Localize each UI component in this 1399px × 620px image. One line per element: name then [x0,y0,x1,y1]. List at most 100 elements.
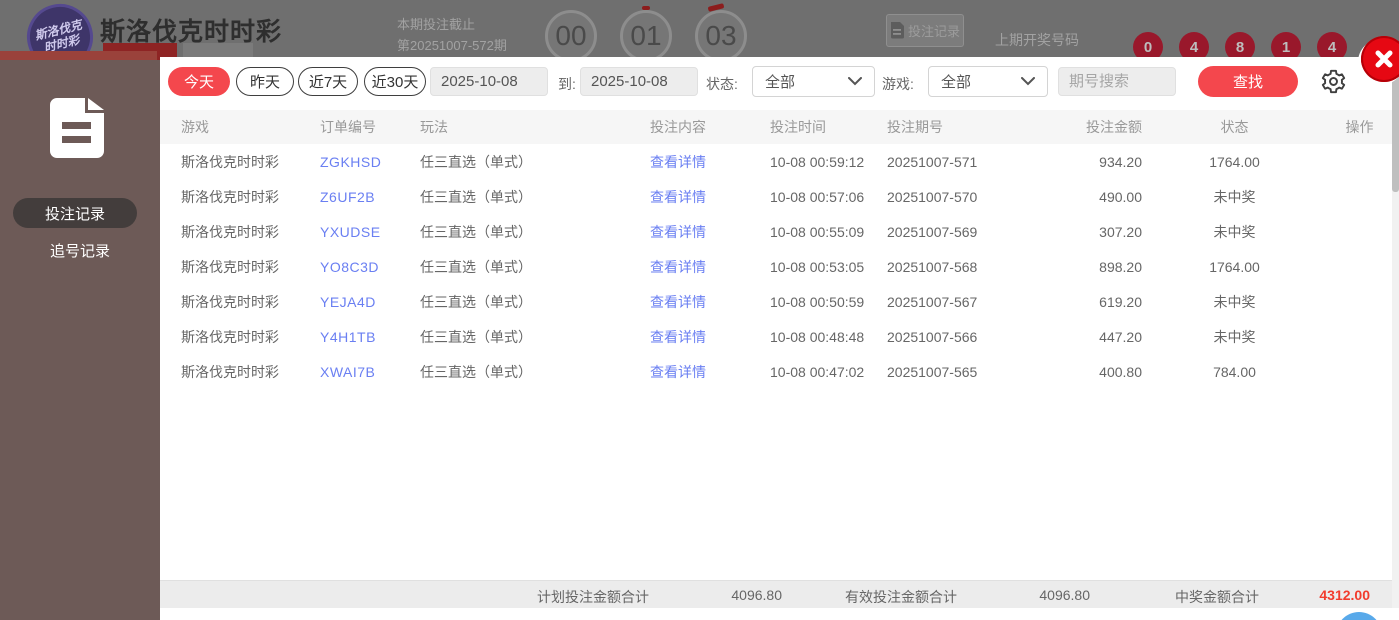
cell-period: 20251007-570 [887,179,1047,214]
screen: 斯洛伐克 时时彩 斯洛伐克时时彩 本期投注截止 第20251007-572期 0… [0,0,1399,620]
view-details-link[interactable]: 查看详情 [650,224,706,240]
chevron-down-icon [1021,77,1035,86]
cell-play: 任三直选（单式） [420,179,650,214]
cell-action [1327,214,1392,249]
order-code-link[interactable]: YEJA4D [320,294,376,310]
date-from-input[interactable] [430,67,548,96]
order-code-link[interactable]: ZGKHSD [320,154,381,170]
order-code-link[interactable]: Y4H1TB [320,329,376,345]
countdown-hours: 00 [545,10,597,62]
cell-status: 未中奖 [1142,214,1327,249]
bet-record-button-label: 投注记录 [908,21,960,40]
cell-amount: 400.80 [1047,354,1142,389]
search-button[interactable]: 查找 [1198,66,1298,97]
cell-amount: 898.20 [1047,249,1142,284]
order-code-link[interactable]: XWAI7B [320,364,375,380]
valid-total-label: 有效投注金额合计 [845,587,957,607]
cell-play: 任三直选（单式） [420,214,650,249]
game-select-value: 全部 [941,71,971,92]
cell-game: 斯洛伐克时时彩 [160,284,320,319]
countdown-minutes: 01 [620,10,672,62]
valid-total-value: 4096.80 [970,587,1090,603]
settings-gear-icon[interactable] [1318,66,1348,96]
plan-total-value: 4096.80 [660,587,782,603]
cell-action [1327,179,1392,214]
status-filter-label: 状态: [706,74,738,94]
last-draw-label: 上期开奖号码 [995,30,1079,50]
cell-action [1327,354,1392,389]
cell-play: 任三直选（单式） [420,284,650,319]
close-icon [1372,47,1396,71]
deadline-label: 本期投注截止 [397,14,475,33]
game-select[interactable]: 全部 [928,66,1048,97]
view-details-link[interactable]: 查看详情 [650,329,706,345]
cell-status: 未中奖 [1142,284,1327,319]
cell-play: 任三直选（单式） [420,354,650,389]
close-button[interactable] [1361,36,1399,82]
cell-game: 斯洛伐克时时彩 [160,214,320,249]
cell-period: 20251007-565 [887,354,1047,389]
period-search-input[interactable] [1058,67,1176,96]
cell-amount: 934.20 [1047,144,1142,179]
table-row: 斯洛伐克时时彩 YO8C3D 任三直选（单式） 查看详情 10-08 00:53… [160,249,1392,284]
view-details-link[interactable]: 查看详情 [650,294,706,310]
quick-filter-today[interactable]: 今天 [168,67,230,96]
cell-amount: 307.20 [1047,214,1142,249]
cell-status: 1764.00 [1142,144,1327,179]
view-details-link[interactable]: 查看详情 [650,189,706,205]
cell-status: 未中奖 [1142,319,1327,354]
countdown-seconds: 03 [695,10,747,62]
col-amount: 投注金额 [1047,110,1142,144]
win-total-label: 中奖金额合计 [1175,587,1259,607]
col-action: 操作 [1327,110,1392,144]
sidebar-item-bet-records[interactable]: 投注记录 [13,198,137,228]
col-time: 投注时间 [770,110,887,144]
cell-period: 20251007-566 [887,319,1047,354]
cell-game: 斯洛伐克时时彩 [160,354,320,389]
records-doc-icon [49,97,105,164]
document-icon [890,22,904,39]
cell-time: 10-08 00:57:06 [770,179,887,214]
bet-records-modal: 今天 昨天 近7天 近30天 到: 状态: 全部 游戏: 全部 查找 [160,57,1399,608]
cell-period: 20251007-567 [887,284,1047,319]
win-total-value: 4312.00 [1270,587,1370,603]
cell-action [1327,284,1392,319]
quick-filter-30days[interactable]: 近30天 [364,67,426,96]
cell-period: 20251007-569 [887,214,1047,249]
table-row: 斯洛伐克时时彩 YEJA4D 任三直选（单式） 查看详情 10-08 00:50… [160,284,1392,319]
cell-time: 10-08 00:47:02 [770,354,887,389]
cell-play: 任三直选（单式） [420,249,650,284]
cell-action [1327,249,1392,284]
col-status: 状态 [1142,110,1327,144]
quick-filter-7days[interactable]: 近7天 [298,67,358,96]
view-details-link[interactable]: 查看详情 [650,259,706,275]
view-details-link[interactable]: 查看详情 [650,154,706,170]
table-row: 斯洛伐克时时彩 Z6UF2B 任三直选（单式） 查看详情 10-08 00:57… [160,179,1392,214]
cell-status: 1764.00 [1142,249,1327,284]
cell-game: 斯洛伐克时时彩 [160,249,320,284]
order-code-link[interactable]: YXUDSE [320,224,381,240]
sidebar-item-chase-records[interactable]: 追号记录 [0,240,160,261]
cell-game: 斯洛伐克时时彩 [160,144,320,179]
cell-action [1327,144,1392,179]
page-bottom-strip [160,608,1399,620]
cell-game: 斯洛伐克时时彩 [160,319,320,354]
page-left-sidebar-top [0,51,157,60]
status-select[interactable]: 全部 [752,66,875,97]
cell-time: 10-08 00:50:59 [770,284,887,319]
view-details-link[interactable]: 查看详情 [650,364,706,380]
date-to-input[interactable] [580,67,698,96]
cell-time: 10-08 00:53:05 [770,249,887,284]
quick-filter-yesterday[interactable]: 昨天 [236,67,294,96]
col-order: 订单编号 [320,110,420,144]
order-code-link[interactable]: Z6UF2B [320,189,375,205]
order-code-link[interactable]: YO8C3D [320,259,379,275]
records-table: 游戏 订单编号 玩法 投注内容 投注时间 投注期号 投注金额 状态 操作 斯洛伐… [160,110,1392,389]
cell-play: 任三直选（单式） [420,319,650,354]
summary-bar: 计划投注金额合计 4096.80 有效投注金额合计 4096.80 中奖金额合计… [160,580,1399,608]
cell-status: 784.00 [1142,354,1327,389]
cell-amount: 447.20 [1047,319,1142,354]
game-filter-label: 游戏: [882,74,914,94]
cell-time: 10-08 00:55:09 [770,214,887,249]
chevron-down-icon [848,77,862,86]
